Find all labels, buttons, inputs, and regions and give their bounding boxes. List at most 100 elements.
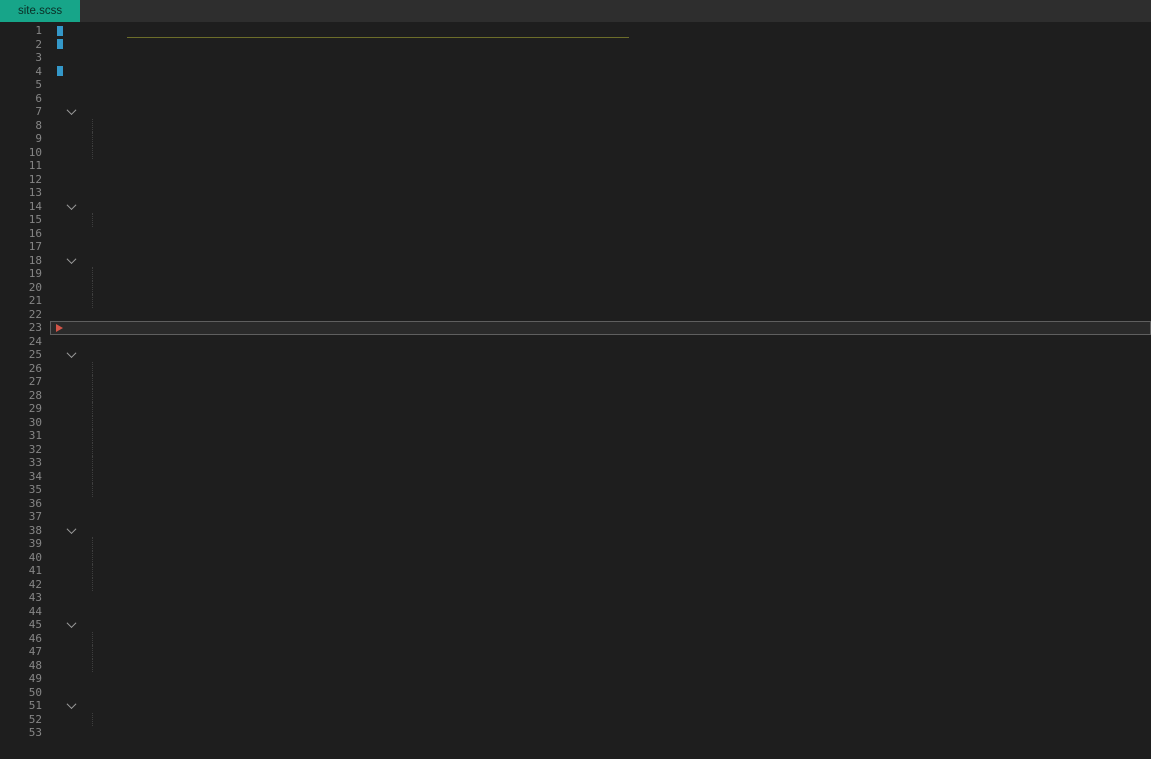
line-number[interactable]: 15: [0, 213, 46, 227]
line-code[interactable]: right: 0.75rem;: [78, 564, 1151, 578]
line-number[interactable]: 5: [0, 78, 46, 92]
line-code[interactable]: [78, 321, 1151, 335]
line-code[interactable]: [78, 38, 1151, 52]
chevron-down-icon[interactable]: [66, 524, 76, 534]
line-number[interactable]: 16: [0, 227, 46, 241]
line-number[interactable]: 45: [0, 618, 46, 632]
line-code[interactable]: [78, 78, 1151, 92]
line-number[interactable]: 27: [0, 375, 46, 389]
line-number[interactable]: 31: [0, 429, 46, 443]
line-number[interactable]: 33: [0, 456, 46, 470]
line-code[interactable]: padding: 0.6rem 1.25rem 0.7rem 1.25rem;: [78, 429, 1151, 443]
chevron-down-icon[interactable]: [66, 618, 76, 628]
line-code[interactable]: }: [78, 591, 1151, 605]
line-number[interactable]: 41: [0, 564, 46, 578]
chevron-down-icon[interactable]: [66, 200, 76, 210]
line-code[interactable]: --page-content-height: calc(100vh - var(…: [78, 146, 1151, 160]
line-number[interactable]: 8: [0, 119, 46, 133]
line-code[interactable]: margin: 20px 0;: [78, 483, 1151, 497]
line-code[interactable]: /*VARIABILI GLOBALI*/: [78, 92, 1151, 106]
tab-site-scss[interactable]: site.scss: [0, 0, 80, 22]
line-code[interactable]: #blazor-error-ui .dismiss {: [78, 524, 1151, 538]
line-number[interactable]: 14: [0, 200, 46, 214]
line-code[interactable]: /*height: var(--page-content-height);*/: [78, 281, 1151, 295]
line-code[interactable]: --padding-page-content: 5px;: [78, 132, 1151, 146]
line-code[interactable]: [78, 335, 1151, 349]
line-number[interactable]: 38: [0, 524, 46, 538]
line-number[interactable]: 32: [0, 443, 46, 457]
line-code[interactable]: [78, 186, 1151, 200]
line-code[interactable]: display: none;: [78, 402, 1151, 416]
line-code[interactable]: }: [78, 497, 1151, 511]
line-number[interactable]: 34: [0, 470, 46, 484]
line-number[interactable]: 4: [0, 65, 46, 79]
line-code[interactable]: [78, 51, 1151, 65]
line-number[interactable]: 46: [0, 632, 46, 646]
line-code[interactable]: // OTHERS STYLE ...: [78, 65, 1151, 79]
line-code[interactable]: box-shadow: 0 -1px 2px rgba(0, 0, 0, 0.2…: [78, 389, 1151, 403]
line-number[interactable]: 36: [0, 497, 46, 511]
line-number[interactable]: 49: [0, 672, 46, 686]
line-number[interactable]: 40: [0, 551, 46, 565]
line-code[interactable]: cursor: pointer;: [78, 537, 1151, 551]
line-code[interactable]: color: white;: [78, 659, 1151, 673]
line-number[interactable]: 17: [0, 240, 46, 254]
line-number[interactable]: 13: [0, 186, 46, 200]
line-number[interactable]: 26: [0, 362, 46, 376]
line-number[interactable]: 9: [0, 132, 46, 146]
line-code[interactable]: }: [78, 308, 1151, 322]
line-number[interactable]: 30: [0, 416, 46, 430]
line-number[interactable]: 22: [0, 308, 46, 322]
line-number[interactable]: 12: [0, 173, 46, 187]
line-code[interactable]: @use "../../node_modules/@progress/kendo…: [78, 24, 1151, 38]
line-number[interactable]: 44: [0, 605, 46, 619]
line-code[interactable]: [78, 686, 1151, 700]
line-number[interactable]: 10: [0, 146, 46, 160]
chevron-down-icon[interactable]: [66, 254, 76, 264]
line-number[interactable]: 42: [0, 578, 46, 592]
line-code[interactable]: top: 0.5rem;: [78, 578, 1151, 592]
line-code[interactable]: [78, 605, 1151, 619]
line-code[interactable]: padding: var(--padding-page-content);: [78, 267, 1151, 281]
line-number[interactable]: 43: [0, 591, 46, 605]
line-code[interactable]: }: [78, 726, 1151, 740]
line-code[interactable]: }: [78, 227, 1151, 241]
line-number[interactable]: 53: [0, 726, 46, 740]
chevron-down-icon[interactable]: [66, 105, 76, 115]
line-code[interactable]: [78, 510, 1151, 524]
line-number[interactable]: 19: [0, 267, 46, 281]
line-number[interactable]: 20: [0, 281, 46, 295]
line-code[interactable]: .blazor-error-boundary::before {: [78, 699, 1151, 713]
line-code[interactable]: }: [78, 672, 1151, 686]
line-number[interactable]: 18: [0, 254, 46, 268]
line-number[interactable]: 1: [0, 24, 46, 38]
line-number[interactable]: 21: [0, 294, 46, 308]
line-code[interactable]: }: [78, 159, 1151, 173]
line-number[interactable]: 23: [0, 321, 46, 335]
line-number[interactable]: 2: [0, 38, 46, 52]
line-code[interactable]: #blazor-error-ui {: [78, 348, 1151, 362]
line-code[interactable]: width: 100%;: [78, 456, 1151, 470]
line-number[interactable]: 28: [0, 389, 46, 403]
line-code[interactable]: [78, 173, 1151, 187]
line-number[interactable]: 35: [0, 483, 46, 497]
line-code[interactable]: :root {: [78, 105, 1151, 119]
line-code[interactable]: left: 0;: [78, 416, 1151, 430]
line-number[interactable]: 3: [0, 51, 46, 65]
line-code[interactable]: .blazor-error-boundary {: [78, 618, 1151, 632]
line-code[interactable]: background: lightyellow;: [78, 362, 1151, 376]
line-code[interactable]: z-index: 1000;: [78, 470, 1151, 484]
line-code[interactable]: --header_height: 65px;: [78, 119, 1151, 133]
line-number[interactable]: 25: [0, 348, 46, 362]
line-number[interactable]: 6: [0, 92, 46, 106]
line-code[interactable]: bottom: 0;: [78, 375, 1151, 389]
line-number[interactable]: 7: [0, 105, 46, 119]
line-number[interactable]: 47: [0, 645, 46, 659]
line-number[interactable]: 51: [0, 699, 46, 713]
line-code[interactable]: height: var(--header_height);: [78, 213, 1151, 227]
line-code[interactable]: padding: 1rem 1rem 1rem 3.7rem;: [78, 645, 1151, 659]
line-code[interactable]: position: absolute;: [78, 551, 1151, 565]
line-number[interactable]: 48: [0, 659, 46, 673]
line-number[interactable]: 39: [0, 537, 46, 551]
chevron-down-icon[interactable]: [66, 348, 76, 358]
